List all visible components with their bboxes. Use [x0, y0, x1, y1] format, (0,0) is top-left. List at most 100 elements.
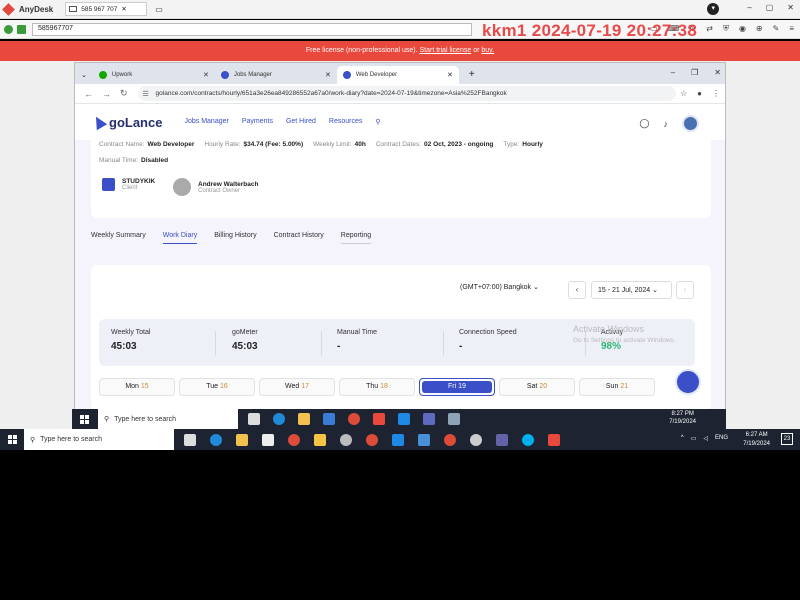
week-select[interactable]: 15 - 21 Jul, 2024 ⌄ — [591, 281, 672, 299]
new-tab-button[interactable]: + — [469, 69, 475, 80]
address-bar[interactable]: ☰ golance.com/contracts/hourly/651a3e26e… — [137, 86, 676, 102]
tab-weekly-summary[interactable]: Weekly Summary — [91, 232, 146, 244]
network-icon[interactable] — [470, 433, 482, 446]
user-avatar[interactable] — [682, 115, 699, 132]
menu-down-icon[interactable]: ▾ — [707, 3, 720, 15]
tab-billing-history[interactable]: Billing History — [214, 232, 256, 244]
close-button[interactable]: ✕ — [787, 3, 794, 15]
edge-icon[interactable] — [210, 433, 222, 446]
chrome-third-icon[interactable] — [444, 433, 456, 446]
day-thu[interactable]: Thu 18 — [339, 378, 415, 396]
nav-payments[interactable]: Payments — [242, 118, 273, 126]
buy-link[interactable]: buy. — [481, 47, 494, 54]
store-icon[interactable] — [262, 433, 274, 446]
close-icon[interactable]: ✕ — [325, 71, 331, 79]
anydesk-session-tab[interactable]: 585 967 707 ✕ — [65, 2, 148, 16]
day-sat[interactable]: Sat 20 — [499, 378, 575, 396]
settings-icon[interactable] — [340, 433, 352, 446]
local-clock[interactable]: 6:27 AM 7/19/2024 — [743, 431, 770, 449]
shield-icon[interactable]: ⛨ — [723, 24, 729, 34]
search-icon[interactable]: ⚲ — [375, 118, 380, 126]
record-icon[interactable]: ◉ — [739, 24, 746, 34]
reload-icon[interactable]: ↻ — [120, 88, 128, 99]
remote-date: 7/19/2024 — [669, 419, 696, 425]
next-week-button[interactable]: › — [676, 281, 694, 299]
pen-icon[interactable]: ✎ — [773, 24, 780, 34]
network-tray-icon[interactable]: ▭ — [691, 435, 697, 442]
minimize-button[interactable]: – — [747, 3, 751, 15]
new-tab-icon[interactable]: ▭ — [155, 5, 163, 14]
tab-work-diary[interactable]: Work Diary — [162, 232, 198, 244]
restore-button[interactable]: ❐ — [691, 68, 698, 77]
prev-week-button[interactable]: ‹ — [568, 281, 586, 299]
file-explorer-icon[interactable] — [298, 413, 310, 425]
close-button[interactable]: ✕ — [714, 68, 721, 77]
timezone-select[interactable]: (GMT+07:00) Bangkok ⌄ — [460, 283, 539, 291]
windows-start-icon[interactable] — [80, 414, 89, 424]
teams-icon[interactable] — [496, 433, 508, 446]
remote-desktop-icon[interactable] — [418, 433, 430, 446]
chrome-alt-icon[interactable] — [366, 433, 378, 446]
chrome-icon[interactable] — [288, 433, 300, 446]
tab-contract-history[interactable]: Contract History — [274, 232, 324, 244]
day-mon[interactable]: Mon 15 — [99, 378, 175, 396]
bookmark-star-icon[interactable]: ☆ — [680, 89, 687, 98]
local-search-box[interactable]: ⚲ Type here to search — [24, 429, 174, 450]
volume-icon[interactable]: ◁ — [703, 435, 708, 442]
forward-icon[interactable]: → — [102, 89, 111, 99]
file-explorer-icon[interactable] — [236, 433, 248, 446]
day-sun[interactable]: Sun 21 — [579, 378, 655, 396]
notifications-bell-icon[interactable]: ♪ — [664, 119, 669, 129]
file-transfer-icon[interactable]: ⇄ — [706, 24, 713, 34]
back-icon[interactable]: ← — [84, 89, 93, 99]
nav-resources[interactable]: Resources — [329, 118, 362, 126]
tab-jobs-manager[interactable]: Jobs Manager ✕ — [215, 66, 337, 84]
day-tue[interactable]: Tue 16 — [179, 378, 255, 396]
mail-icon[interactable] — [323, 413, 335, 425]
snipping-tool-icon[interactable] — [448, 413, 460, 425]
nav-get-hired[interactable]: Get Hired — [286, 118, 316, 126]
site-info-icon[interactable]: ☰ — [143, 87, 149, 102]
owner-block[interactable]: Andrew Walterbach Contract Owner — [173, 178, 258, 196]
chrome-icon[interactable] — [348, 413, 360, 425]
notification-center-button[interactable]: 23 — [781, 433, 793, 445]
tab-reporting[interactable]: Reporting — [340, 232, 372, 244]
notes-icon[interactable] — [314, 433, 326, 446]
close-icon[interactable]: ✕ — [447, 71, 453, 79]
more-menu-icon[interactable]: ⋮ — [712, 89, 720, 98]
tab-web-developer[interactable]: Web Developer ✕ — [336, 66, 459, 84]
close-icon[interactable]: ✕ — [121, 5, 126, 13]
start-trial-link[interactable]: Start trial license — [420, 47, 472, 54]
day-fri[interactable]: Fri 19 — [419, 378, 495, 396]
nav-jobs-manager[interactable]: Jobs Manager — [184, 118, 228, 126]
maximize-button[interactable]: ▢ — [766, 3, 774, 15]
tray-chevron-icon[interactable]: ^ — [681, 435, 684, 442]
plus-icon[interactable]: ⊕ — [756, 24, 763, 34]
tab-search-icon[interactable]: ⌄ — [81, 71, 87, 79]
golance-logo[interactable]: goLance — [90, 113, 162, 131]
visual-studio-icon[interactable] — [423, 413, 435, 425]
remote-search-box[interactable]: ⚲ Type here to search — [98, 409, 238, 429]
client-block[interactable]: STUDYKIK Client — [102, 178, 155, 191]
edge-icon[interactable] — [273, 413, 285, 425]
task-view-icon[interactable] — [184, 433, 196, 446]
anydesk-icon[interactable] — [548, 433, 560, 446]
close-icon[interactable]: ✕ — [203, 71, 209, 79]
skype-icon[interactable] — [522, 433, 534, 446]
vscode-icon[interactable] — [398, 413, 410, 425]
day-wed[interactable]: Wed 17 — [259, 378, 335, 396]
messages-icon[interactable]: ◯ — [639, 118, 649, 129]
vscode-icon[interactable] — [392, 433, 404, 446]
minimize-button[interactable]: – — [671, 68, 675, 77]
hamburger-menu-icon[interactable]: ≡ — [789, 24, 794, 34]
language-indicator[interactable]: ENG — [715, 435, 728, 442]
anydesk-address-input[interactable]: 585967707 — [32, 22, 472, 36]
windows-start-icon[interactable] — [8, 435, 17, 444]
task-view-icon[interactable] — [248, 413, 260, 425]
profile-icon[interactable]: ● — [697, 89, 702, 98]
chat-support-button[interactable] — [675, 369, 701, 395]
remote-clock[interactable]: 8:27 PM 7/19/2024 — [669, 410, 696, 426]
tab-upwork[interactable]: Upwork ✕ — [93, 66, 215, 84]
hourly-rate-label: Hourly Rate: $34.74 (Fee: 5.00%) — [204, 141, 304, 148]
anydesk-icon[interactable] — [373, 413, 385, 425]
